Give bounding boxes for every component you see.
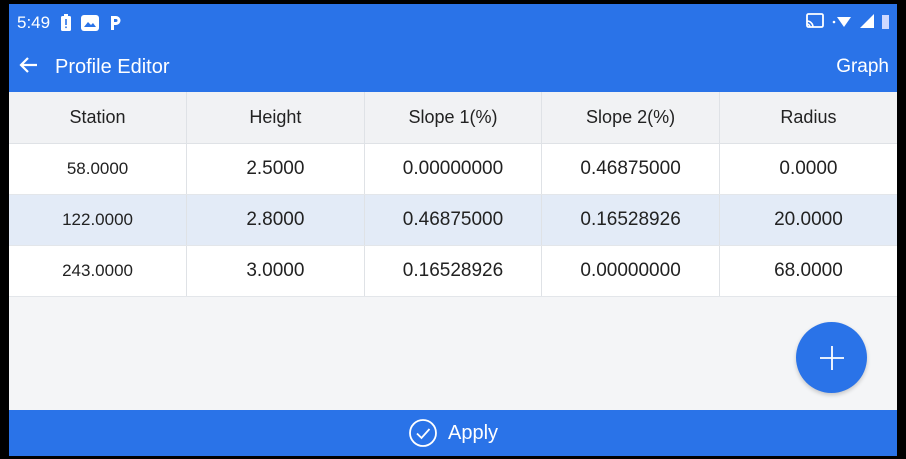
wifi-icon [831, 12, 853, 35]
battery-icon [881, 12, 889, 35]
arrow-left-icon[interactable] [19, 53, 55, 81]
table-row[interactable]: 58.0000 2.5000 0.00000000 0.46875000 0.0… [9, 143, 897, 195]
cell-slope-2[interactable]: 0.00000000 [541, 245, 720, 297]
cell-station[interactable]: 122.0000 [9, 194, 188, 246]
column-header-height[interactable]: Height [186, 92, 365, 144]
cell-slope-1[interactable]: 0.46875000 [364, 194, 543, 246]
cell-radius[interactable]: 0.0000 [719, 143, 897, 195]
cell-height[interactable]: 2.8000 [186, 194, 365, 246]
apply-label: Apply [447, 421, 499, 444]
column-header-radius[interactable]: Radius [719, 92, 897, 144]
table-header: Station Height Slope 1(%) Slope 2(%) Rad… [9, 92, 897, 144]
battery-alert-icon [60, 14, 72, 32]
table-row[interactable]: 122.0000 2.8000 0.46875000 0.16528926 20… [9, 194, 897, 246]
status-right-icons [805, 12, 889, 35]
signal-icon [859, 12, 875, 35]
cast-icon [805, 12, 825, 35]
graph-button[interactable]: Graph [836, 56, 889, 78]
add-row-button[interactable] [796, 322, 867, 393]
plus-icon [819, 345, 844, 370]
cell-station[interactable]: 58.0000 [9, 143, 188, 195]
status-bar: 5:49 [9, 4, 897, 42]
parking-icon [108, 14, 122, 32]
cell-radius[interactable]: 20.0000 [719, 194, 897, 246]
cell-height[interactable]: 3.0000 [186, 245, 365, 297]
cell-radius[interactable]: 68.0000 [719, 245, 897, 297]
apply-button[interactable]: Apply [9, 410, 897, 456]
cell-station[interactable]: 243.0000 [9, 245, 188, 297]
status-time: 5:49 [17, 13, 51, 32]
cell-slope-1[interactable]: 0.00000000 [364, 143, 543, 195]
profile-table: Station Height Slope 1(%) Slope 2(%) Rad… [9, 92, 897, 297]
app-bar: Profile Editor Graph [9, 42, 897, 92]
image-icon [80, 14, 100, 32]
table-row[interactable]: 243.0000 3.0000 0.16528926 0.00000000 68… [9, 245, 897, 297]
cell-slope-2[interactable]: 0.46875000 [541, 143, 720, 195]
page-title: Profile Editor [55, 55, 170, 78]
app-screen: 5:49 Profile Editor Graph Station Height… [9, 4, 897, 456]
column-header-slope-1[interactable]: Slope 1(%) [364, 92, 543, 144]
check-circle-icon [408, 418, 438, 448]
cell-height[interactable]: 2.5000 [186, 143, 365, 195]
cell-slope-2[interactable]: 0.16528926 [541, 194, 720, 246]
cell-slope-1[interactable]: 0.16528926 [364, 245, 543, 297]
column-header-station[interactable]: Station [9, 92, 188, 144]
column-header-slope-2[interactable]: Slope 2(%) [541, 92, 720, 144]
